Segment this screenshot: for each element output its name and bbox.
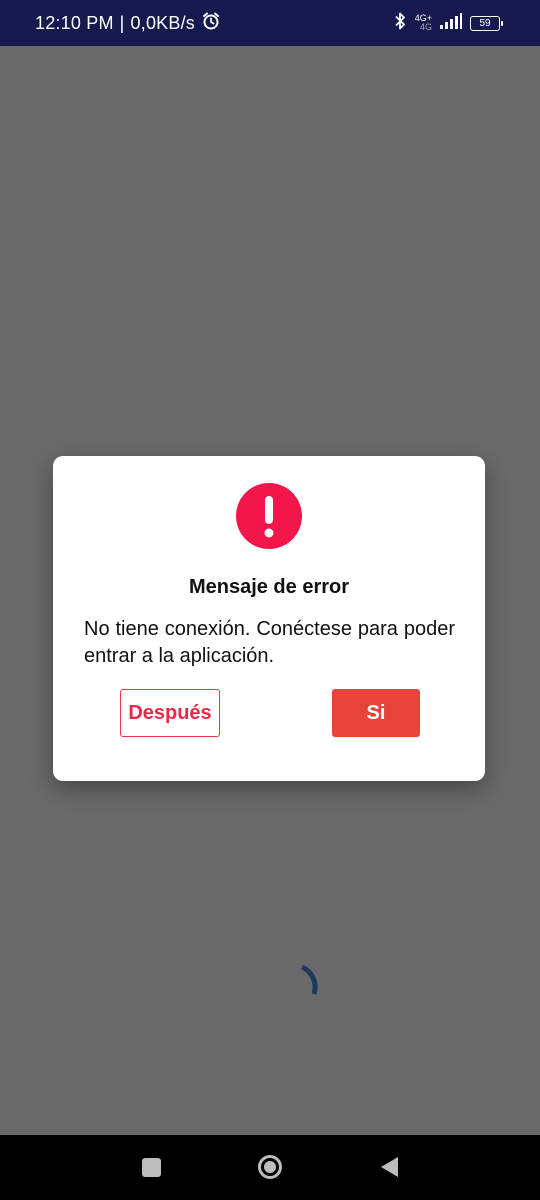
network-sub-label: 4G: [419, 22, 432, 32]
recent-apps-icon[interactable]: [142, 1158, 161, 1177]
navigation-bar: [0, 1135, 540, 1200]
status-bar: 12:10 PM | 0,0KB/s 4G+ 4G 59: [0, 0, 540, 46]
dialog-title: Mensaje de error: [188, 576, 350, 598]
status-time: 12:10 PM: [35, 12, 114, 33]
signal-icon: [440, 12, 462, 34]
home-icon[interactable]: [257, 1154, 283, 1180]
battery-icon: 59: [470, 15, 503, 31]
dialog-message: No tiene conexión. Conéctese para poder …: [84, 618, 455, 667]
error-alert-icon: [236, 483, 302, 549]
back-icon[interactable]: [378, 1155, 400, 1179]
alarm-icon: [201, 11, 221, 36]
error-dialog: Mensaje de error No tiene conexión. Coné…: [53, 456, 485, 781]
bluetooth-icon: [393, 11, 407, 36]
loading-spinner-icon: [282, 950, 332, 1000]
status-right: 4G+ 4G 59: [393, 11, 503, 36]
status-separator: |: [119, 12, 125, 33]
yes-button[interactable]: Si: [332, 689, 420, 737]
network-speed: 0,0KB/s: [130, 12, 195, 33]
later-button[interactable]: Después: [120, 689, 220, 737]
battery-level: 59: [479, 17, 491, 29]
network-type: 4G+ 4G: [415, 14, 432, 32]
status-left: 12:10 PM | 0,0KB/s: [35, 11, 221, 36]
